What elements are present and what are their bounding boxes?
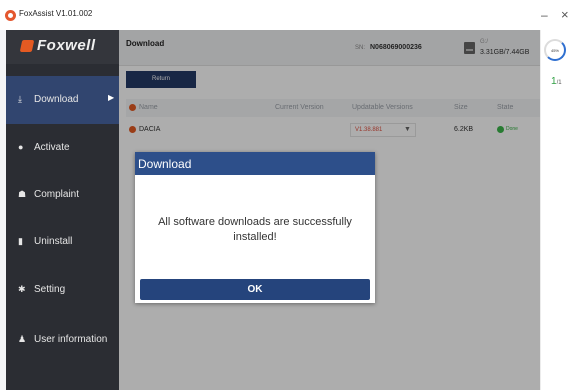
dialog-message: All software downloads are successfully … [158,216,352,243]
title-bar: FoxAssist V1.01.002 – × [0,0,573,30]
sidebar-item-label: Uninstall [34,236,73,247]
gear-icon: ✱ [18,284,26,294]
logo: Foxwell [6,30,119,64]
activate-icon: ● [18,142,24,152]
minimize-button[interactable]: – [541,9,548,21]
sidebar-item-uninstall[interactable]: ▮ Uninstall [6,218,119,266]
sidebar-item-setting[interactable]: ✱ Setting [6,266,119,314]
close-button[interactable]: × [561,8,569,21]
sidebar-item-label: User information [34,334,108,345]
active-arrow-icon: ▶ [108,93,115,102]
user-icon: ♟ [18,334,27,344]
right-panel: 45% 1/1 [540,30,573,390]
sidebar-item-user-information[interactable]: ♟ User information [6,316,119,364]
download-icon: ⤓ [18,94,22,104]
complaint-icon: ☗ [18,189,27,199]
ok-button[interactable]: OK [140,279,370,300]
sidebar-item-download[interactable]: ⤓ Download ▶ [6,76,119,124]
dialog-title: Download [138,157,192,171]
trash-icon: ▮ [18,236,23,246]
sidebar-item-label: Complaint [34,189,80,200]
page-total: /1 [556,80,562,86]
logo-text: Foxwell [37,37,96,54]
sidebar: Foxwell ⤓ Download ▶ ● Activate ☗ Compla… [6,30,119,390]
page-indicator: 1/1 [551,76,562,87]
window-title: FoxAssist V1.01.002 [19,9,93,18]
sidebar-item-label: Setting [34,284,66,295]
foxwell-logo-icon [19,40,35,52]
storage-usage-ring: 45% [544,39,566,61]
sidebar-item-activate[interactable]: ● Activate [6,124,119,172]
sidebar-item-complaint[interactable]: ☗ Complaint [6,171,119,219]
download-complete-dialog: Download All software downloads are succ… [135,152,375,303]
sidebar-item-label: Activate [34,142,70,153]
storage-percent: 45% [550,48,559,53]
app-window: FoxAssist V1.01.002 – × Foxwell ⤓ Downlo… [0,0,573,390]
foxassist-app-icon [5,10,16,21]
dialog-header: Download [135,152,375,175]
sidebar-item-label: Download [34,94,79,105]
